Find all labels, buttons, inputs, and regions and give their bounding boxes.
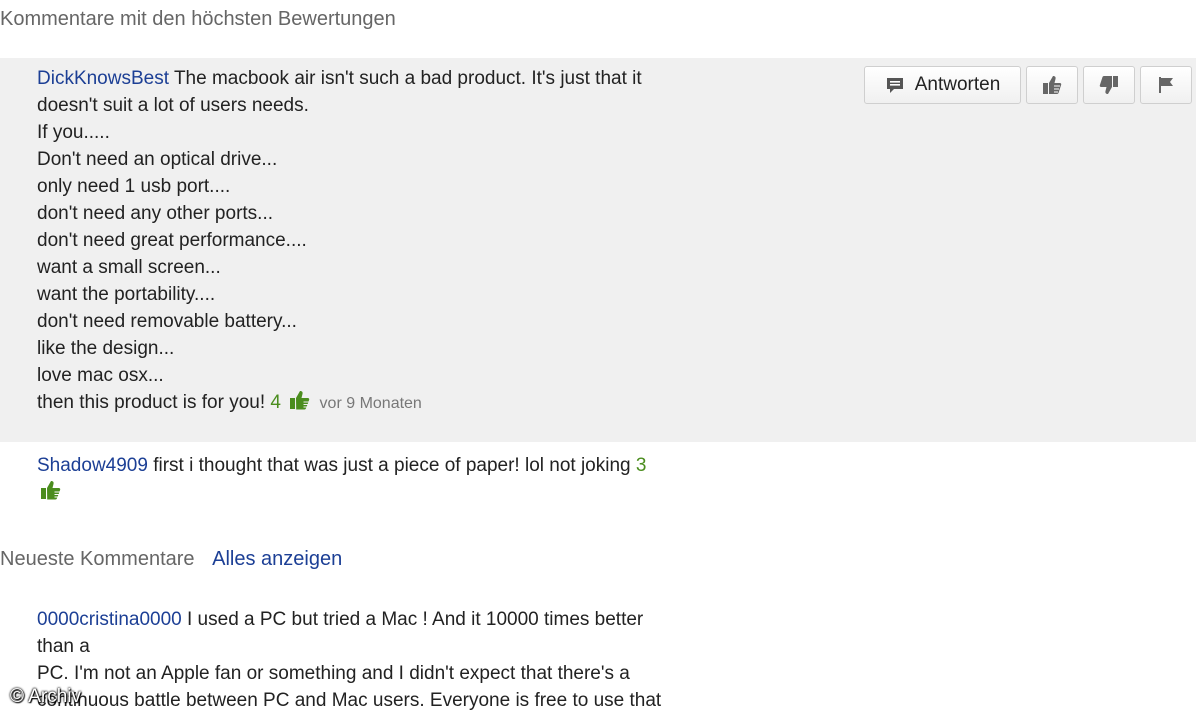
comment-text-line: first i thought that was just a piece of… [153,455,631,476]
thumbs-up-score-icon [39,479,61,501]
reply-button-label: Antworten [914,74,1001,95]
flag-icon [1156,75,1176,95]
comment-actions: Antworten [864,66,1192,104]
comment-text-line: If you..... [37,122,110,143]
dislike-button[interactable] [1083,66,1135,104]
like-button[interactable] [1026,66,1078,104]
comments-page: Kommentare mit den höchsten Bewertungen … [0,0,1200,720]
top-comments-heading: Kommentare mit den höchsten Bewertungen [0,8,396,30]
comment-text-line: don't need removable battery... [37,311,297,332]
comment-text-line: want a small screen... [37,257,221,278]
comment-text-line: like the design... [37,338,175,359]
comment-item: 0000cristina0000 I used a PC but tried a… [0,606,1196,714]
comment-score: 4 [270,392,281,413]
comment-text-line: The macbook air isn't such a bad product… [173,68,642,89]
comment-text-line: continuous battle between PC and Mac use… [37,690,662,711]
comment-author-link[interactable]: DickKnowsBest [37,68,169,89]
copyright-watermark: © Archiv [10,686,82,707]
comment-text-line: don't need any other ports... [37,203,274,224]
comment-text-line: love mac osx... [37,365,164,386]
comment-item: Shadow4909 first i thought that was just… [0,452,1196,506]
comment-text-line: than a [37,636,90,657]
newest-comments-heading: Neueste Kommentare [0,548,195,570]
comment-item-highlighted: DickKnowsBest The macbook air isn't such… [0,58,1196,442]
newest-comments-header: Neueste Kommentare Alles anzeigen [0,548,342,571]
comment-author-link[interactable]: 0000cristina0000 [37,609,182,630]
thumbs-up-score-icon [288,389,310,411]
comment-text-line: want the portability.... [37,284,216,305]
comment-timestamp: vor 9 Monaten [319,395,422,412]
comment-text-line: don't need great performance.... [37,230,307,251]
show-all-link[interactable]: Alles anzeigen [212,548,342,570]
comment-text-line: then this product is for you! [37,392,266,413]
thumbs-down-icon [1098,74,1120,96]
comment-text-line: I used a PC but tried a Mac ! And it 100… [187,609,644,630]
comment-text-line: Don't need an optical drive... [37,149,278,170]
comment-icon [885,75,905,95]
comment-text-line: PC. I'm not an Apple fan or something an… [37,663,630,684]
reply-button[interactable]: Antworten [864,66,1021,104]
comment-meta-row: then this product is for you! 4 vor 9 Mo… [37,389,1196,417]
comment-text-line: only need 1 usb port.... [37,176,231,197]
flag-button[interactable] [1140,66,1192,104]
comment-score: 3 [635,455,647,476]
comment-author-link[interactable]: Shadow4909 [37,455,148,476]
thumbs-up-icon [1041,74,1063,96]
